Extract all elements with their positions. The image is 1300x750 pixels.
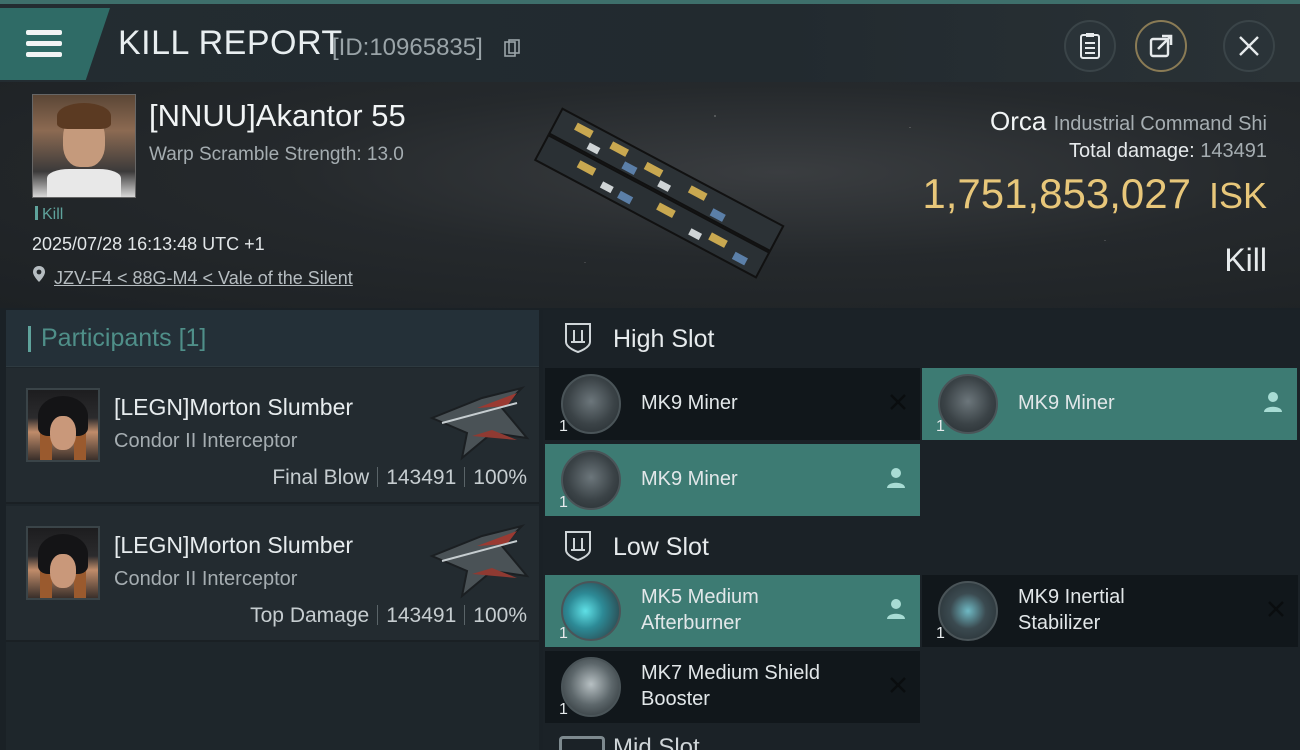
mid-slot-label: Mid Slot [613,734,700,750]
share-icon [1149,34,1173,58]
module-name: MK9 Inertial Stabilizer [1018,586,1125,634]
victim-ship-image [533,107,785,279]
avatar[interactable] [26,388,100,462]
module-qty: 1 [559,701,568,718]
module-qty: 1 [559,494,568,511]
victim-name[interactable]: [NNUU]Akantor 55 [149,98,406,134]
kill-datetime: 2025/07/28 16:13:48 UTC +1 [32,234,265,254]
victim-ship-type: Orca Industrial Command Shi [990,106,1267,137]
module-qty: 1 [559,418,568,435]
total-damage-label: Total damage: [1069,140,1195,162]
slot-shield-icon [565,323,591,354]
module-name: MK9 Miner [1018,392,1115,414]
menu-button[interactable] [0,8,110,80]
destroyed-x-icon [1268,601,1284,617]
kill-location-link[interactable]: JZV-F4 < 88G-M4 < Vale of the Silent [54,268,353,289]
participants-panel: Participants [1] [LEGN]Morton Slumber Co… [6,310,539,750]
module-item[interactable]: 1 MK9 Miner [545,368,920,440]
participant-ship-image [429,524,530,599]
module-name: MK5 Medium Afterburner [641,586,759,634]
miner-module-icon [938,374,998,434]
user-icon [1264,392,1282,412]
participant-stats: Top Damage 143491 100% [250,604,527,627]
avatar[interactable] [26,526,100,600]
module-qty: 1 [936,418,945,435]
close-icon [1239,36,1259,56]
afterburner-module-icon [561,581,621,641]
module-item[interactable]: 1 MK7 Medium Shield Booster [545,651,920,723]
participant-row[interactable]: [LEGN]Morton Slumber Condor II Intercept… [6,368,539,504]
isk-unit: ISK [1208,175,1267,216]
total-damage: Total damage: 143491 [1069,140,1267,163]
kill-tag: Kill [35,206,63,224]
high-slot-label: High Slot [613,325,715,353]
shield-booster-module-icon [561,657,621,717]
participant-name[interactable]: [LEGN]Morton Slumber [114,394,353,421]
high-slot-header: High Slot [543,310,1300,366]
copy-icon[interactable] [504,39,520,57]
inertial-stabilizer-module-icon [938,581,998,641]
participants-title: Participants [1] [41,324,207,352]
isk-amount: 1,751,853,027 [922,170,1191,217]
module-name: MK9 Miner [641,392,738,414]
module-name: MK9 Miner [641,468,738,490]
user-icon [887,468,905,488]
module-item[interactable]: 1 MK9 Miner [922,368,1297,440]
participant-name[interactable]: [LEGN]Morton Slumber [114,532,353,559]
module-item[interactable]: 1 MK5 Medium Afterburner [545,575,920,647]
top-bar: KILL REPORT [ID:10965835] [0,0,1300,82]
participant-ship: Condor II Interceptor [114,568,298,590]
destroyed-x-icon [890,677,906,693]
menu-icon [26,30,62,58]
location-pin-icon [33,266,45,282]
miner-module-icon [561,450,621,510]
destroyed-x-icon [890,394,906,410]
warp-scramble-strength: Warp Scramble Strength: 13.0 [149,144,404,165]
fitting-panel: High Slot 1 MK9 Miner 1 MK9 Miner 1 MK9 … [543,310,1300,750]
participant-stats: Final Blow 143491 100% [272,466,527,489]
clipboard-button[interactable] [1064,20,1116,72]
total-damage-value: 143491 [1200,140,1267,162]
module-qty: 1 [559,625,568,642]
victim-portrait[interactable] [32,94,136,198]
miner-module-icon [561,374,621,434]
module-qty: 1 [936,625,945,642]
isk-value: 1,751,853,027 ISK [922,170,1267,218]
user-icon [887,599,905,619]
page-title: KILL REPORT [118,24,343,62]
module-name: MK7 Medium Shield Booster [641,662,820,710]
low-slot-header: Low Slot [543,518,1300,574]
victim-ship-name[interactable]: Orca [990,106,1046,136]
participant-row[interactable]: [LEGN]Morton Slumber Condor II Intercept… [6,506,539,642]
clipboard-icon [1080,33,1100,59]
close-button[interactable] [1223,20,1275,72]
participant-ship-image [429,386,530,461]
participants-header: Participants [1] [6,310,539,367]
share-button[interactable] [1135,20,1187,72]
module-item[interactable]: 1 MK9 Inertial Stabilizer [922,575,1298,647]
result-label: Kill [1224,242,1267,278]
module-item[interactable]: 1 MK9 Miner [545,444,920,516]
slot-shield-icon [559,736,605,750]
report-id: [ID:10965835] [332,34,483,61]
victim-ship-class: Industrial Command Shi [1053,113,1267,135]
low-slot-label: Low Slot [613,533,709,561]
participant-ship: Condor II Interceptor [114,430,298,452]
victim-panel: [NNUU]Akantor 55 Warp Scramble Strength:… [0,82,1300,308]
slot-shield-icon [565,531,591,562]
